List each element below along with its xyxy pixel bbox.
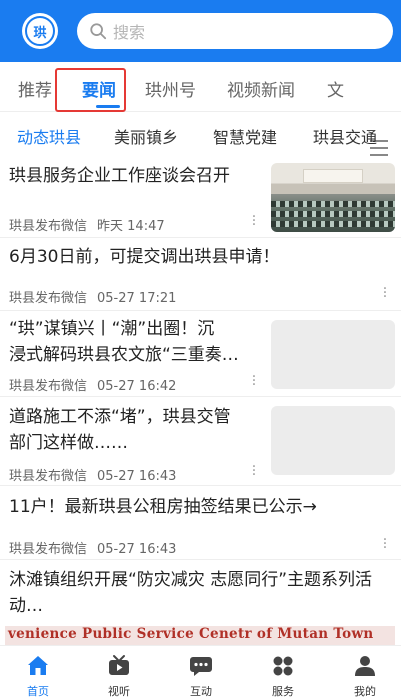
news-time: 05-27 17:21 — [97, 291, 177, 306]
news-meta: 珙县发布微信 05-27 16:43 — [9, 465, 176, 484]
sub-tabs: 动态珙县 美丽镇乡 智慧党建 珙县交通 — [0, 112, 401, 158]
grid-icon — [273, 656, 293, 676]
nav-label: 首页 — [27, 685, 49, 698]
news-source: 珙县发布微信 — [9, 379, 88, 394]
photo-stage-screen — [303, 169, 363, 183]
nav-label: 视听 — [108, 685, 130, 698]
news-item-6[interactable]: 沐滩镇组织开展“防灾减灾 志愿同行”主题系列活 动… — [0, 560, 401, 626]
nav-media[interactable]: 视听 — [89, 650, 149, 699]
news-time: 05-27 16:43 — [97, 469, 177, 484]
news-item-5[interactable]: 11户！最新珙县公租房抽签结果已公示→ 珙县发布微信 05-27 16:43 · ·… — [0, 486, 401, 560]
news-meta: 珙县发布微信 05-27 16:43 — [9, 538, 176, 557]
bottom-nav: 首页 视听 互动 服务 我的 — [0, 645, 401, 699]
banner-text: venience Public Service Cenetr of Mutan … — [8, 626, 374, 642]
nav-services[interactable]: 服务 — [253, 650, 313, 699]
news-item-1[interactable]: 珙县服务企业工作座谈会召开 珙县发布微信 昨天 14:47 · · · — [0, 158, 401, 238]
more-options-icon[interactable]: · · · — [251, 460, 257, 482]
more-options-icon[interactable]: · · · — [382, 282, 388, 304]
nav-label: 我的 — [354, 685, 376, 698]
more-options-icon[interactable]: · · · — [251, 210, 257, 232]
subtab-party[interactable]: 智慧党建 — [213, 124, 277, 148]
app-logo[interactable]: 珙 — [22, 13, 58, 49]
news-title: “珙”谋镇兴丨“潮”出圈！沉 浸式解码珙县农文旅“三重奏… — [9, 319, 239, 365]
subtab-dynamic[interactable]: 动态珙县 — [17, 124, 81, 148]
news-title: 道路施工不添“堵”，珙县交管 部门这样做…… — [9, 407, 231, 453]
news-time: 05-27 16:42 — [97, 379, 177, 394]
more-options-icon[interactable]: · · · — [382, 533, 388, 555]
search-icon — [90, 23, 107, 40]
news-title: 6月30日前，可提交调出珙县申请！ — [9, 247, 280, 267]
more-options-icon[interactable]: · · · — [251, 370, 257, 392]
news-meta: 珙县发布微信 05-27 16:42 — [9, 375, 176, 394]
news-title: 沐滩镇组织开展“防灾减灾 志愿同行”主题系列活 动… — [9, 570, 373, 616]
news-time: 05-27 16:43 — [97, 542, 177, 557]
home-icon — [28, 656, 48, 675]
chat-icon — [190, 657, 212, 676]
search-placeholder: 搜索 — [113, 23, 146, 42]
top-bar: 珙 搜索 — [0, 0, 401, 62]
logo-emblem: 珙 — [25, 16, 55, 46]
tab-recommend[interactable]: 推荐 — [18, 76, 52, 101]
nav-label: 服务 — [272, 685, 294, 698]
news-item-4[interactable]: 道路施工不添“堵”，珙县交管 部门这样做…… 珙县发布微信 05-27 16:43… — [0, 397, 401, 486]
tv-icon — [109, 655, 129, 675]
news-source: 珙县发布微信 — [9, 291, 88, 306]
tab-gongzhou[interactable]: 珙州号 — [145, 76, 196, 101]
nav-label: 互动 — [190, 685, 212, 698]
nav-mine[interactable]: 我的 — [335, 650, 395, 699]
search-input[interactable]: 搜索 — [77, 13, 393, 49]
news-source: 珙县发布微信 — [9, 219, 88, 234]
highlight-box — [55, 68, 126, 112]
news-meta: 珙县发布微信 昨天 14:47 — [9, 215, 165, 234]
news-source: 珙县发布微信 — [9, 469, 88, 484]
subtab-traffic[interactable]: 珙县交通 — [313, 124, 377, 148]
news-time: 昨天 14:47 — [97, 219, 165, 234]
news-thumbnail[interactable] — [271, 163, 395, 232]
news-title: 珙县服务企业工作座谈会召开 — [9, 166, 230, 186]
news-title: 11户！最新珙县公租房抽签结果已公示→ — [9, 497, 317, 517]
news-item-3[interactable]: “珙”谋镇兴丨“潮”出圈！沉 浸式解码珙县农文旅“三重奏… 珙县发布微信 05-2… — [0, 311, 401, 397]
news-meta: 珙县发布微信 05-27 17:21 — [9, 287, 176, 306]
nav-home[interactable]: 首页 — [8, 650, 68, 699]
news-item-2[interactable]: 6月30日前，可提交调出珙县申请！ 珙县发布微信 05-27 17:21 · · · — [0, 238, 401, 311]
user-icon — [355, 656, 375, 676]
subtab-towns[interactable]: 美丽镇乡 — [114, 124, 178, 148]
tab-video-news[interactable]: 视频新闻 — [227, 76, 295, 101]
news-image-banner[interactable]: venience Public Service Cenetr of Mutan … — [5, 626, 395, 645]
news-thumbnail[interactable] — [271, 406, 395, 475]
tab-culture[interactable]: 文 — [327, 76, 344, 101]
nav-interact[interactable]: 互动 — [171, 650, 231, 699]
news-thumbnail[interactable] — [271, 320, 395, 389]
news-source: 珙县发布微信 — [9, 542, 88, 557]
